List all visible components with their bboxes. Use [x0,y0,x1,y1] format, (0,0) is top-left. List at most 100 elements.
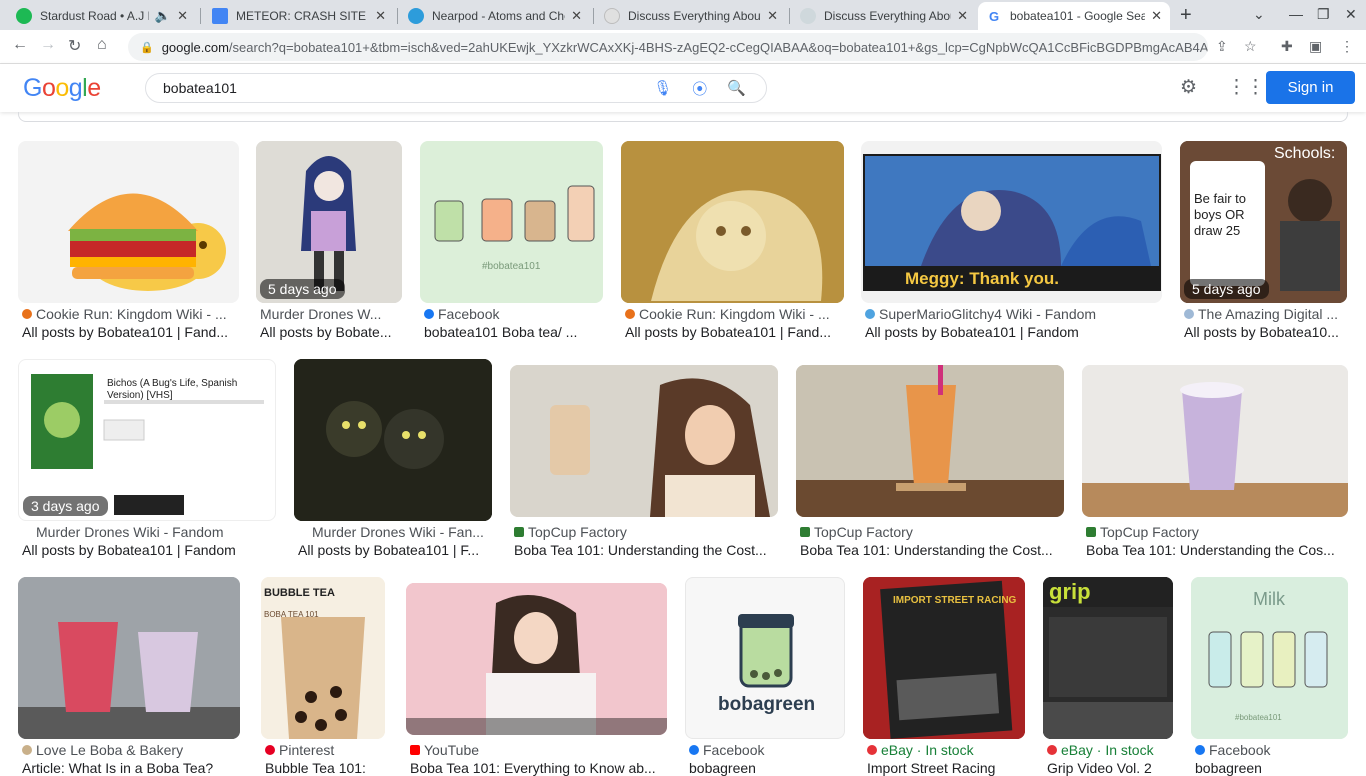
result-source[interactable]: eBay · In stock [1047,742,1173,758]
image-result[interactable]: Meggy: Thank you. SuperMarioGlitchy4 Wik… [861,141,1163,341]
image-result[interactable]: Schools: Be fair to boys OR draw 25 5 da… [1180,141,1348,341]
result-title[interactable]: Boba Tea 101: Understanding the Cost... [514,542,776,558]
result-title[interactable]: bobagreen [689,760,845,776]
settings-gear-icon[interactable]: ⚙ [1180,76,1197,99]
address-bar[interactable]: 🔒 google.com/search?q=bobatea101+&tbm=is… [128,33,1208,61]
result-title[interactable]: Import Street Racing [867,760,1025,776]
image-result[interactable]: grip eBay · In stock Grip Video Vol. 2 [1043,577,1173,776]
result-source[interactable]: Facebook [424,306,602,322]
close-icon[interactable]: ✕ [177,8,188,24]
image-result[interactable]: Cookie Run: Kingdom Wiki - ... All posts… [18,141,240,341]
result-thumbnail[interactable] [621,141,844,303]
result-title[interactable]: All posts by Bobatea101 | Fandom [865,324,1161,340]
result-source[interactable]: Love Le Boba & Bakery [22,742,238,758]
result-thumbnail[interactable] [294,359,492,521]
result-source[interactable]: Cookie Run: Kingdom Wiki - ... [625,306,843,322]
image-result[interactable]: Bichos (A Bug's Life, Spanish Version) [… [18,359,276,559]
minimize-icon[interactable]: — [1289,6,1303,22]
result-thumbnail[interactable]: Milk #bobatea101 [1191,577,1348,739]
apps-grid-icon[interactable]: ⋮⋮ [1227,76,1265,99]
result-title[interactable]: Boba Tea 101: Everything to Know ab... [410,760,665,776]
lens-icon[interactable]: ⦿ [692,78,707,99]
menu-icon[interactable]: ⋮ [1340,38,1354,55]
close-icon[interactable]: ✕ [1151,8,1162,24]
result-thumbnail[interactable] [18,141,239,303]
result-title[interactable]: All posts by Bobatea10... [1184,324,1346,340]
image-result[interactable]: Murder Drones Wiki - Fan... All posts by… [294,359,492,559]
result-source[interactable]: The Amazing Digital ... [1184,306,1346,322]
close-icon[interactable]: ✕ [767,8,778,24]
result-title[interactable]: All posts by Bobatea101 | Fand... [22,324,237,340]
result-thumbnail[interactable]: Meggy: Thank you. [861,141,1162,303]
result-title[interactable]: All posts by Bobatea101 | F... [298,542,490,558]
tab-stardust[interactable]: Stardust Road • A.J Disp 🔈 ✕ [8,2,196,30]
search-icon[interactable]: 🔍 [727,79,746,97]
result-thumbnail[interactable]: grip [1043,577,1173,739]
tab-bobatea-search[interactable]: G bobatea101 - Google Search ✕ [978,2,1170,30]
share-icon[interactable]: ⇪ [1216,38,1228,55]
image-result[interactable]: 5 days ago Murder Drones W... All posts … [256,141,402,341]
result-source[interactable]: Facebook [1195,742,1348,758]
google-logo[interactable]: Google [23,74,101,103]
result-title[interactable]: bobatea101 Boba tea/ ... [424,324,602,340]
image-result[interactable]: TopCup Factory Boba Tea 101: Understandi… [510,359,778,559]
result-source[interactable]: Murder Drones Wiki - Fan... [312,524,490,540]
result-source[interactable]: Pinterest [265,742,385,758]
reload-icon[interactable]: ↻ [68,36,81,56]
result-title[interactable]: Boba Tea 101: Understanding the Cost... [800,542,1062,558]
result-thumbnail[interactable] [796,365,1064,517]
forward-icon[interactable]: → [40,36,56,54]
close-icon[interactable]: ✕ [957,8,968,24]
result-thumbnail[interactable]: IMPORT STREET RACING [863,577,1025,739]
image-result[interactable]: Love Le Boba & Bakery Article: What Is i… [18,577,240,776]
result-title[interactable]: All posts by Bobatea101 | Fandom [22,542,272,558]
new-tab-button[interactable]: + [1180,4,1192,27]
image-result[interactable]: TopCup Factory Boba Tea 101: Understandi… [1082,359,1348,559]
result-thumbnail[interactable]: BUBBLE TEA BOBA TEA 101 [261,577,385,739]
image-result[interactable]: IMPORT STREET RACING eBay · In stock Imp… [863,577,1025,776]
image-result[interactable]: bobagreen Facebook bobagreen [685,577,845,776]
result-title[interactable]: Grip Video Vol. 2 [1047,760,1173,776]
search-box[interactable]: bobatea101 🎙 ⦿ 🔍 [145,73,767,103]
result-thumbnail[interactable] [406,583,667,735]
lock-icon[interactable]: 🔒 [140,41,154,54]
result-source[interactable]: eBay · In stock [867,742,1025,758]
tab-meteor[interactable]: METEOR: CRASH SITE - Goo ✕ [204,2,394,30]
close-window-icon[interactable]: ✕ [1345,6,1357,23]
bookmark-star-icon[interactable]: ☆ [1244,38,1257,55]
image-result[interactable]: BUBBLE TEA BOBA TEA 101 Pinterest Bubble… [261,577,385,776]
result-source[interactable]: TopCup Factory [514,524,776,540]
image-result[interactable]: Milk #bobatea101 Facebook bobagreen [1191,577,1348,776]
image-result[interactable]: TopCup Factory Boba Tea 101: Understandi… [796,359,1064,559]
home-icon[interactable]: ⌂ [97,36,107,54]
image-result[interactable]: YouTube Boba Tea 101: Everything to Know… [406,577,667,776]
result-title[interactable]: Boba Tea 101: Understanding the Cos... [1086,542,1346,558]
result-source[interactable]: YouTube [410,742,665,758]
speaker-icon[interactable]: 🔈 [155,8,171,24]
image-result[interactable]: Cookie Run: Kingdom Wiki - ... All posts… [621,141,844,341]
result-thumbnail[interactable] [18,577,240,739]
result-source[interactable]: Murder Drones Wiki - Fandom [36,524,271,540]
tab-discuss-2[interactable]: Discuss Everything About Th ✕ [792,2,976,30]
sidepanel-icon[interactable]: ▣ [1309,38,1322,55]
close-icon[interactable]: ✕ [375,8,386,24]
result-title[interactable]: Article: What Is in a Boba Tea? [22,760,238,776]
result-source[interactable]: Murder Drones W... [260,306,400,322]
result-source[interactable]: SuperMarioGlitchy4 Wiki - Fandom [865,306,1161,322]
result-thumbnail[interactable]: bobagreen [685,577,845,739]
tab-discuss-1[interactable]: Discuss Everything About M ✕ [596,2,786,30]
result-thumbnail[interactable]: #bobatea101 [420,141,603,303]
image-result[interactable]: #bobatea101 Facebook bobatea101 Boba tea… [420,141,604,341]
result-title[interactable]: All posts by Bobatea101 | Fand... [625,324,843,340]
result-title[interactable]: Bubble Tea 101: [265,760,385,776]
tab-search-icon[interactable]: ⌄ [1253,6,1265,23]
extensions-icon[interactable]: ✚ [1281,38,1293,55]
microphone-icon[interactable]: 🎙 [653,79,672,97]
result-title[interactable]: All posts by Bobate... [260,324,400,340]
result-source[interactable]: Cookie Run: Kingdom Wiki - ... [22,306,237,322]
restore-icon[interactable]: ❐ [1317,6,1330,23]
back-icon[interactable]: ← [12,36,28,54]
result-thumbnail[interactable] [510,365,778,517]
tab-nearpod[interactable]: Nearpod - Atoms and Chem ✕ [400,2,590,30]
result-thumbnail[interactable]: 5 days ago [256,141,402,303]
